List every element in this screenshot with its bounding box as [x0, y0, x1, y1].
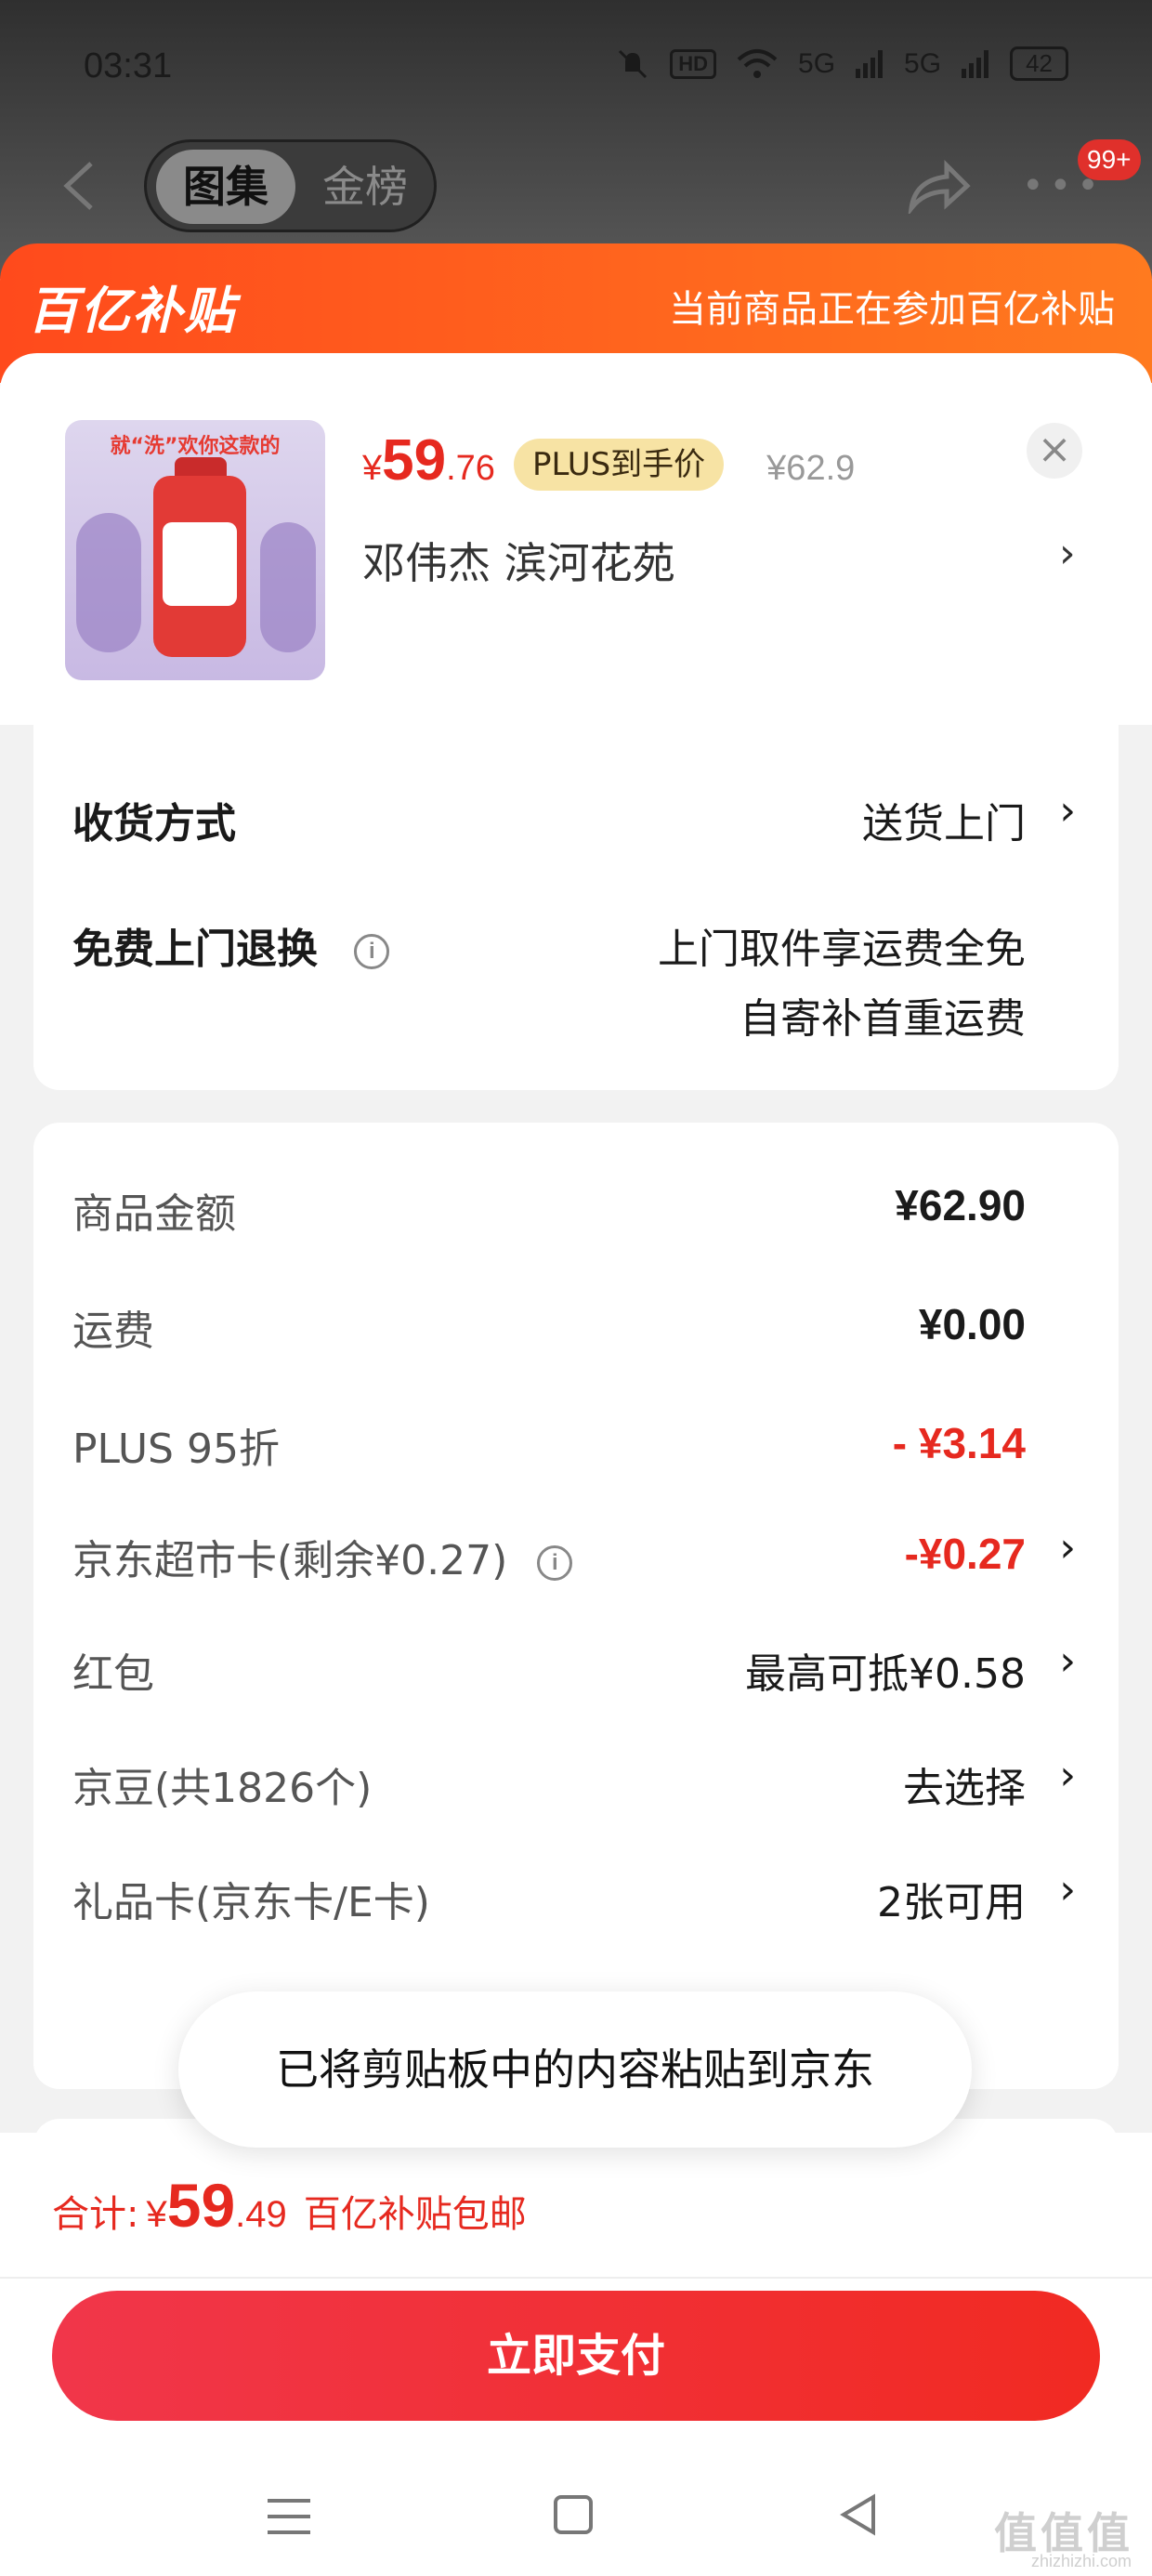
total-integer: 59 — [166, 2171, 236, 2240]
free-return-value-1: 上门取件享运费全免 — [658, 926, 1026, 973]
original-price: ¥62.9 — [766, 449, 856, 488]
info-icon[interactable]: i — [537, 1545, 573, 1581]
hd-icon: HD — [670, 48, 717, 79]
summary-value-supermarket-card[interactable]: -¥0.27 — [905, 1529, 1026, 1579]
delivery-address[interactable]: 邓伟杰 滨河花苑 — [362, 530, 675, 591]
summary-value-gift-card[interactable]: 2张可用 — [877, 1869, 1026, 1928]
price-decimal: .76 — [446, 449, 495, 488]
chevron-right-icon[interactable]: › — [1059, 1524, 1076, 1571]
watermark-url: zhizhizhi.com — [1030, 2552, 1132, 2570]
top-nav: 图集 金榜 ••• 99+ — [0, 139, 1152, 232]
signal-5g-2: 5G — [904, 47, 942, 79]
back-icon[interactable] — [56, 158, 102, 214]
signal-icon — [856, 49, 884, 78]
chevron-right-icon[interactable]: › — [1059, 530, 1076, 577]
subsidy-message: 当前商品正在参加百亿补贴 — [669, 288, 1115, 331]
summary-label-jingdou: 京豆(共1826个) — [72, 1765, 373, 1812]
bottle-label — [163, 522, 237, 606]
summary-label-red-packet: 红包 — [72, 1650, 154, 1698]
home-icon[interactable] — [554, 2495, 593, 2534]
divider — [0, 2277, 1152, 2279]
total-symbol: ¥ — [146, 2194, 167, 2235]
summary-label-shipping: 运费 — [72, 1308, 154, 1355]
status-bar: 03:31 HD 5G 5G 42 — [0, 37, 1152, 102]
summary-label-supermarket-card[interactable]: 京东超市卡(剩余¥0.27) i — [72, 1527, 573, 1586]
plus-price-tag: PLUS到手价 — [513, 439, 725, 491]
free-return-label: 免费上门退换 i — [72, 915, 390, 975]
delivery-card: 收货方式 送货上门 › 免费上门退换 i 上门取件享运费全免 自寄补首重运费 — [33, 720, 1119, 1090]
price-symbol: ¥ — [362, 449, 383, 488]
chevron-right-icon[interactable]: › — [1059, 1866, 1076, 1913]
battery-icon: 42 — [1010, 46, 1068, 81]
nav-back-icon[interactable] — [836, 2491, 883, 2538]
tab-ranking[interactable]: 金榜 — [305, 150, 425, 224]
wifi-icon — [737, 48, 778, 78]
summary-value-shipping: ¥0.00 — [918, 1300, 1026, 1348]
summary-value-goods: ¥62.90 — [895, 1181, 1026, 1229]
status-icons: HD 5G 5G 42 — [616, 46, 1068, 81]
chevron-right-icon[interactable]: › — [1059, 1752, 1076, 1799]
price-summary-card: 商品金额 ¥62.90 运费 ¥0.00 PLUS 95折 - ¥3.14 京东… — [33, 1123, 1119, 2089]
total-decimal: .49 — [235, 2194, 287, 2235]
close-icon[interactable]: × — [1027, 423, 1082, 479]
mute-icon — [619, 49, 648, 78]
lavender-decoration — [260, 522, 316, 652]
total-note: 百亿补贴包邮 — [303, 2193, 527, 2236]
free-return-value-2: 自寄补首重运费 — [740, 995, 1026, 1043]
summary-value-red-packet[interactable]: 最高可抵¥0.58 — [745, 1640, 1026, 1700]
summary-label-plus: PLUS 95折 — [72, 1426, 280, 1473]
tab-gallery[interactable]: 图集 — [156, 150, 295, 224]
supermarket-card-text: 京东超市卡(剩余¥0.27) — [72, 1537, 508, 1584]
summary-value-plus: - ¥3.14 — [892, 1419, 1026, 1467]
lavender-decoration — [76, 513, 141, 652]
notification-badge: 99+ — [1078, 139, 1141, 180]
clipboard-toast: 已将剪贴板中的内容粘贴到京东 — [178, 1991, 972, 2148]
product-image-slogan: 就“洗”欢你这款的 — [110, 435, 281, 458]
free-return-text: 免费上门退换 — [72, 926, 318, 973]
delivery-method-value[interactable]: 送货上门 — [862, 790, 1026, 849]
subsidy-logo: 百亿补贴 — [28, 282, 236, 340]
total-row: 合计: ¥ 59 .49 百亿补贴包邮 — [52, 2170, 527, 2241]
pay-now-button[interactable]: 立即支付 — [52, 2291, 1100, 2421]
price-row: ¥ 59 .76 PLUS到手价 ¥62.9 — [362, 427, 855, 502]
summary-label-goods: 商品金额 — [72, 1190, 236, 1238]
signal-icon-2 — [962, 49, 989, 78]
product-image[interactable]: 就“洗”欢你这款的 — [65, 420, 325, 680]
clock: 03:31 — [84, 46, 173, 85]
summary-value-jingdou[interactable]: 去选择 — [903, 1755, 1026, 1814]
chevron-right-icon[interactable]: › — [1059, 787, 1076, 835]
share-icon[interactable] — [906, 158, 971, 214]
total-label: 合计: — [52, 2193, 139, 2236]
summary-label-gift-card: 礼品卡(京东卡/E卡) — [72, 1879, 430, 1926]
system-nav-bar — [0, 2486, 1152, 2560]
price-integer: 59 — [382, 428, 447, 493]
info-icon[interactable]: i — [354, 934, 390, 969]
product-sheet: 就“洗”欢你这款的 ¥ 59 .76 PLUS到手价 ¥62.9 × 邓伟杰 滨… — [0, 353, 1152, 725]
menu-icon[interactable] — [268, 2499, 310, 2538]
chevron-right-icon[interactable]: › — [1059, 1637, 1076, 1685]
delivery-method-label: 收货方式 — [72, 800, 236, 848]
view-switcher: 图集 金榜 — [144, 139, 437, 232]
checkout-bar: 合计: ¥ 59 .49 百亿补贴包邮 立即支付 — [0, 2133, 1152, 2576]
signal-5g-1: 5G — [798, 47, 836, 79]
